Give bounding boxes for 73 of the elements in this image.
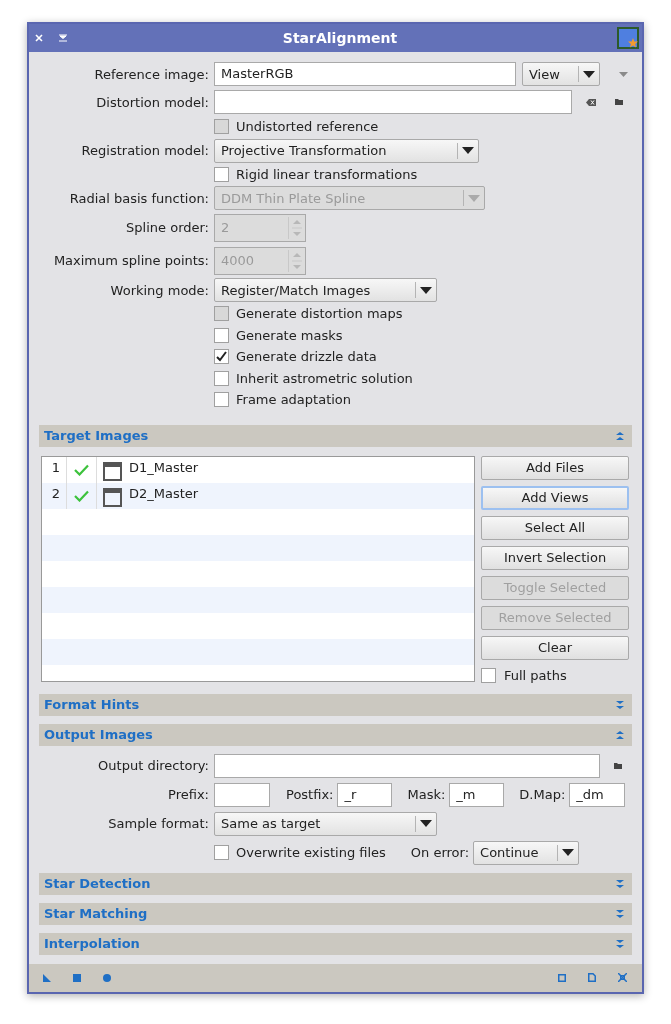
caret-icon xyxy=(583,70,595,78)
row-number: 2 xyxy=(42,482,67,509)
push-button[interactable]: Add Files xyxy=(481,455,629,480)
output-directory-field[interactable] xyxy=(214,753,600,778)
triangle-icon[interactable] xyxy=(43,973,51,982)
window-title: StarAlignment xyxy=(281,30,399,46)
circle-icon[interactable] xyxy=(103,973,111,982)
shade-icon[interactable] xyxy=(59,34,67,42)
push-button[interactable]: Invert Selection xyxy=(481,545,629,570)
view-dropdown[interactable]: View xyxy=(522,62,600,86)
push-button[interactable]: Select All xyxy=(481,515,629,540)
checkbox[interactable]: Full paths xyxy=(481,665,629,686)
field-label: D.Map: xyxy=(519,787,566,802)
dropdown[interactable]: Register/Match Images xyxy=(214,278,437,302)
field-label: Registration model: xyxy=(80,143,209,158)
dropdown-arrow-icon[interactable] xyxy=(619,71,628,77)
checkbox[interactable]: Rigid linear transformations xyxy=(214,163,642,185)
folder-icon[interactable] xyxy=(614,762,622,769)
field-label: Working mode: xyxy=(109,282,209,298)
check-icon[interactable] xyxy=(74,489,89,502)
row-number: 1 xyxy=(42,456,67,483)
expand-icon xyxy=(616,879,624,888)
field-label: On error: xyxy=(410,845,470,860)
field-label: Maximum spline points: xyxy=(52,253,209,268)
collapse-icon xyxy=(616,431,624,440)
reference-image-field[interactable]: MasterRGB xyxy=(214,62,516,86)
field-label: Reference image: xyxy=(93,66,209,82)
document-icon[interactable] xyxy=(588,973,596,982)
dropdown[interactable]: Continue xyxy=(473,840,580,865)
field-label: Mask: xyxy=(407,787,446,802)
square-outline-icon[interactable] xyxy=(558,973,566,982)
suffix-field[interactable]: _m xyxy=(449,782,505,807)
caret-icon xyxy=(562,849,575,856)
caret-icon xyxy=(420,820,432,827)
reset-icon[interactable] xyxy=(618,973,627,982)
collapse-icon xyxy=(616,730,624,739)
checkbox[interactable]: Inherit astrometric solution xyxy=(214,367,642,389)
square-icon[interactable] xyxy=(73,973,81,982)
image-name[interactable]: D1_Master xyxy=(129,459,199,475)
dropdown[interactable]: Projective Transformation xyxy=(214,138,479,163)
field-label: Distortion model: xyxy=(95,94,209,110)
checkbox[interactable]: Generate masks xyxy=(214,324,642,346)
field-label: Prefix: xyxy=(167,787,209,802)
field-label: Postfix: xyxy=(286,787,334,802)
check-icon xyxy=(215,350,228,364)
app-icon xyxy=(617,27,639,49)
field-label: Radial basis function: xyxy=(68,190,209,206)
distortion-model-field[interactable] xyxy=(214,90,572,114)
field-label: Output directory: xyxy=(97,758,209,773)
suffix-field[interactable]: _dm xyxy=(569,782,626,807)
caret-icon xyxy=(462,147,474,154)
image-name[interactable]: D2_Master xyxy=(129,485,199,501)
close-icon[interactable] xyxy=(35,34,43,42)
field-label: Sample format: xyxy=(107,816,209,831)
push-button[interactable]: Clear xyxy=(481,635,629,660)
checkbox[interactable]: Overwrite existing files xyxy=(214,841,386,864)
clear-icon[interactable] xyxy=(586,98,596,106)
caret-icon xyxy=(420,286,432,294)
expand-icon xyxy=(616,939,624,948)
suffix-field[interactable]: _r xyxy=(337,782,393,807)
dropdown[interactable]: Same as target xyxy=(214,811,437,836)
folder-icon[interactable] xyxy=(615,99,623,105)
window-icon xyxy=(103,487,122,507)
window-icon xyxy=(103,461,122,481)
expand-icon xyxy=(616,909,624,918)
suffix-field[interactable] xyxy=(214,782,270,807)
checkbox[interactable]: Generate drizzle data xyxy=(214,346,642,368)
checkbox[interactable]: Frame adaptation xyxy=(214,389,642,411)
expand-icon xyxy=(616,700,624,709)
check-icon[interactable] xyxy=(74,463,89,476)
caret-icon xyxy=(468,194,480,202)
push-button[interactable]: Add Views xyxy=(481,485,629,510)
field-label: Spline order: xyxy=(125,220,209,235)
